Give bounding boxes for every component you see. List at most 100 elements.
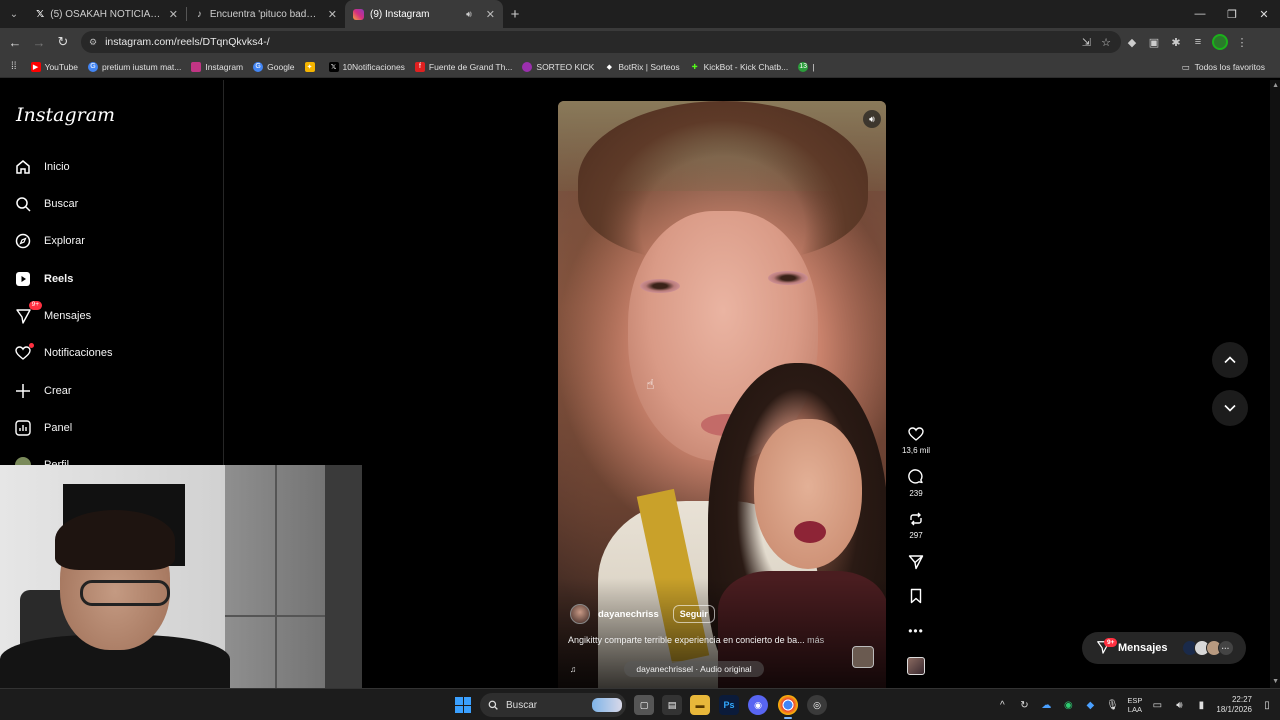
taskbar-search[interactable]: Buscar	[480, 693, 626, 717]
task-view-icon[interactable]: ▢	[634, 695, 654, 715]
sidebar-item-mensajes[interactable]: 9+ Mensajes	[14, 301, 91, 325]
bookmark-google[interactable]: G Google	[248, 61, 299, 72]
bookmark-label: BotRix | Sorteos	[618, 61, 680, 72]
battery-icon[interactable]: ▮	[1194, 700, 1208, 711]
chevron-up-icon[interactable]: ^	[995, 700, 1009, 711]
more-link[interactable]: más	[807, 635, 824, 645]
share-action[interactable]	[898, 553, 934, 571]
restore-icon[interactable]: ❐	[1216, 0, 1248, 28]
reload-icon[interactable]: ↻	[51, 30, 75, 54]
bookmark-sorteo-kick[interactable]: SORTEO KICK	[517, 61, 599, 72]
tray-app-icon[interactable]: ↻	[1017, 700, 1031, 711]
new-tab-button[interactable]: +	[503, 6, 527, 23]
media-control-icon[interactable]: ≡	[1187, 36, 1209, 48]
follow-button[interactable]: Seguir	[672, 605, 715, 623]
sidebar-item-crear[interactable]: Crear	[14, 382, 72, 400]
audio-page-action[interactable]	[898, 657, 934, 675]
more-avatars-icon: ···	[1217, 640, 1234, 656]
more-options-action[interactable]: •••	[898, 622, 934, 640]
bookmark-icon	[907, 587, 925, 605]
photoshop-icon[interactable]: Ps	[719, 695, 739, 715]
tab-tiktok[interactable]: ♪ Encuentra 'pituco badbunny' en ✕	[187, 0, 345, 28]
author-name[interactable]: dayanechriss	[598, 609, 659, 620]
plus-icon	[14, 382, 32, 400]
repost-action[interactable]: 297	[898, 510, 934, 540]
author-avatar[interactable]	[570, 604, 590, 624]
bookmark-youtube[interactable]: ▶ YouTube	[26, 61, 83, 72]
messages-floating-button[interactable]: 9+ Mensajes ···	[1082, 632, 1246, 664]
scroll-down-icon[interactable]: ▼	[1272, 678, 1279, 685]
tiktok-icon: ♪	[196, 8, 202, 20]
puzzle-icon[interactable]: ✱	[1165, 36, 1187, 49]
instagram-logo[interactable]: Instagram	[16, 104, 115, 126]
audio-thumbnail[interactable]	[852, 646, 874, 668]
windows-start-icon[interactable]	[455, 697, 471, 713]
sidebar-item-explorar[interactable]: Explorar	[14, 232, 85, 250]
minimize-icon[interactable]: —	[1184, 0, 1216, 28]
messages-badge: 9+	[1104, 638, 1118, 647]
close-tab-icon[interactable]: ✕	[328, 8, 337, 21]
search-icon	[488, 700, 498, 710]
reel-video[interactable]: 🔊︎ dayanechriss Seguir Angikitty compart…	[558, 101, 886, 688]
pinwheel-icon: ✦	[304, 61, 315, 72]
kebab-menu-icon[interactable]: ⋮	[1231, 36, 1253, 49]
sound-icon[interactable]: 🔊︎	[863, 110, 881, 128]
close-tab-icon[interactable]: ✕	[486, 8, 495, 21]
url-bar[interactable]: ⚙ instagram.com/reels/DTqnQkvks4-/ ⇲ ☆	[81, 31, 1121, 53]
tab-search-button[interactable]: ⌄	[0, 0, 28, 28]
bookmark-instagram[interactable]: Instagram	[186, 61, 248, 72]
site-info-icon[interactable]: ⚙	[89, 37, 97, 48]
extension-icon[interactable]: ▣	[1143, 36, 1165, 49]
speaker-icon[interactable]: 🔊︎	[466, 9, 472, 20]
like-action[interactable]: 13,6 mil	[898, 425, 934, 455]
language-indicator[interactable]: ESP LAA	[1127, 696, 1142, 714]
sidebar-item-panel[interactable]: Panel	[14, 419, 72, 437]
forward-icon[interactable]: →	[27, 30, 51, 54]
sidebar-item-buscar[interactable]: Buscar	[14, 195, 78, 213]
bookmark-pretium[interactable]: Gpretium iustum mat...	[83, 61, 186, 72]
close-window-icon[interactable]: ✕	[1248, 0, 1280, 28]
scroll-up-icon[interactable]: ▲	[1272, 82, 1279, 89]
sidebar-item-notificaciones[interactable]: Notificaciones	[14, 343, 112, 362]
all-bookmarks[interactable]: ▭ Todos los favoritos	[1177, 56, 1270, 78]
volume-icon[interactable]: 🔊︎	[1172, 700, 1186, 711]
instagram-icon	[353, 8, 364, 20]
bookmark-misc[interactable]: 13 |	[793, 61, 819, 72]
notifications-icon[interactable]: ▯	[1260, 700, 1274, 711]
next-reel-button[interactable]	[1212, 390, 1248, 426]
tray-app-icon[interactable]: ◉	[1061, 700, 1075, 711]
clock[interactable]: 22:27 18/1/2026	[1216, 695, 1252, 715]
bookmark-gta[interactable]: f Fuente de Grand Th...	[410, 61, 517, 72]
bookmark-pinwheel[interactable]: ✦	[300, 61, 324, 72]
chrome-icon[interactable]	[778, 695, 798, 719]
extension-icon[interactable]: ◆	[1121, 36, 1143, 49]
install-app-icon[interactable]: ⇲	[1082, 36, 1091, 49]
audio-row[interactable]: ♫ dayanechrissel · Audio original	[570, 661, 764, 677]
profile-avatar[interactable]	[1209, 34, 1231, 50]
discord-icon[interactable]: ◉	[748, 695, 768, 715]
reel-caption[interactable]: Angikitty comparte terrible experiencia …	[568, 635, 868, 645]
comment-action[interactable]: 239	[898, 468, 934, 498]
save-action[interactable]	[898, 587, 934, 605]
tray-app-icon[interactable]: ◆	[1083, 700, 1097, 711]
back-icon[interactable]: ←	[3, 30, 27, 54]
previous-reel-button[interactable]	[1212, 342, 1248, 378]
tab-osakah[interactable]: 𝕏 (5) OSAKAH NOTICIAS en X: "@ ✕	[28, 0, 186, 28]
bookmark-kickbot[interactable]: ✚ KickBot - Kick Chatb...	[685, 62, 794, 72]
tab-instagram[interactable]: (9) Instagram 🔊︎ ✕	[345, 0, 503, 28]
network-icon[interactable]: ▭	[1150, 700, 1164, 711]
obs-icon[interactable]: ◎	[807, 695, 827, 715]
microphone-icon[interactable]: 🎙︎	[1105, 700, 1119, 711]
apps-icon[interactable]: ⁞⁞	[6, 61, 22, 72]
bookmark-botrix[interactable]: ◆ BotRix | Sorteos	[599, 62, 684, 72]
bookmark-notificaciones[interactable]: 𝕏 10Notificaciones	[324, 61, 410, 72]
sidebar-item-inicio[interactable]: Inicio	[14, 158, 70, 176]
tab-title: (9) Instagram	[370, 8, 430, 20]
file-explorer-icon[interactable]: ▬	[690, 695, 710, 715]
page-scrollbar[interactable]	[1270, 80, 1280, 688]
app-icon[interactable]: ▤	[662, 695, 682, 715]
tray-app-icon[interactable]: ☁	[1039, 700, 1053, 711]
bookmark-star-icon[interactable]: ☆	[1101, 36, 1111, 49]
sidebar-item-reels[interactable]: Reels	[14, 270, 73, 288]
close-tab-icon[interactable]: ✕	[169, 8, 178, 21]
